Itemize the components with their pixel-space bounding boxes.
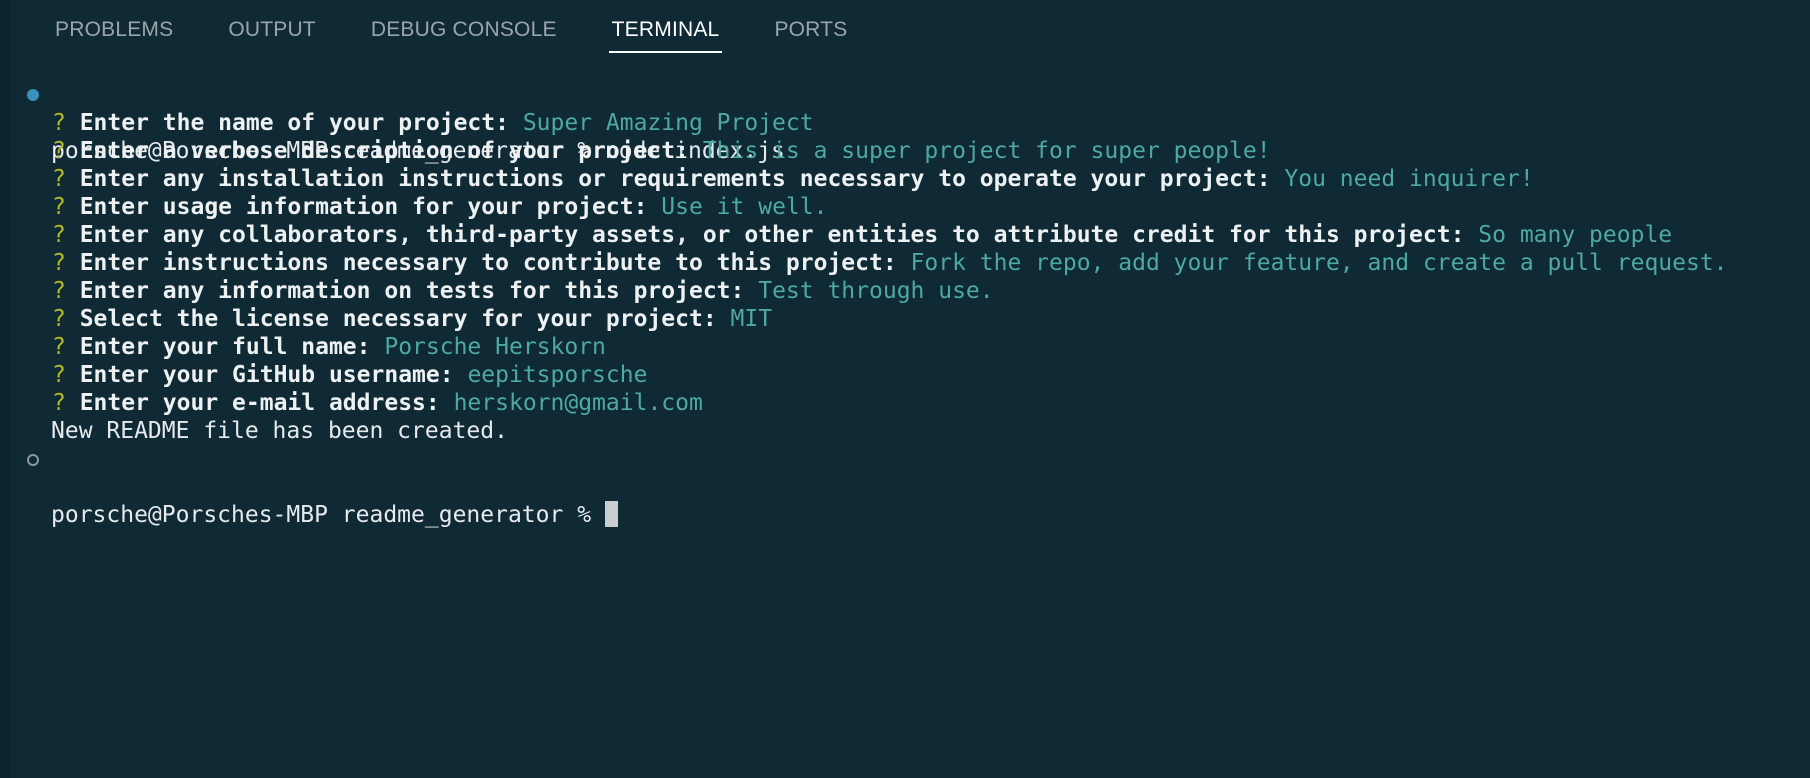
question-text: Enter instructions necessary to contribu… — [79, 250, 911, 276]
prompt-text: porsche@Porsches-MBP readme_generator % — [51, 502, 605, 528]
command-status-dot-icon[interactable] — [27, 89, 39, 101]
question-line: ? Select the license necessary for your … — [11, 305, 1810, 333]
question-mark: ? — [52, 306, 80, 332]
question-mark: ? — [52, 166, 80, 192]
answer-text: Super Amazing Project — [522, 110, 814, 136]
question-mark: ? — [52, 278, 80, 304]
editor-gutter — [0, 0, 11, 778]
question-text: Enter your GitHub username: — [79, 362, 468, 388]
question-line: ? Enter any collaborators, third-party a… — [11, 221, 1810, 249]
answer-text: Use it well. — [661, 194, 828, 220]
question-line: ? Enter a verbose description of your pr… — [11, 137, 1810, 165]
question-text: Enter any information on tests for this … — [79, 278, 759, 304]
question-mark: ? — [52, 390, 80, 416]
tab-ports[interactable]: PORTS — [771, 0, 850, 53]
question-line: ? Enter any installation instructions or… — [11, 165, 1810, 193]
question-line: ? Enter the name of your project: Super … — [11, 109, 1810, 137]
terminal-panel: PROBLEMS OUTPUT DEBUG CONSOLE TERMINAL P… — [11, 0, 1810, 778]
question-line: ? Enter your full name: Porsche Herskorn — [11, 333, 1810, 361]
question-mark: ? — [52, 362, 80, 388]
answer-text: eepitsporsche — [467, 362, 648, 388]
final-prompt-line: porsche@Porsches-MBP readme_generator % — [11, 445, 1810, 528]
question-text: Enter a verbose description of your proj… — [79, 138, 703, 164]
panel-tabs: PROBLEMS OUTPUT DEBUG CONSOLE TERMINAL P… — [52, 0, 899, 60]
question-mark: ? — [52, 194, 80, 220]
question-text: Enter your full name: — [79, 334, 385, 360]
question-text: Enter usage information for your project… — [79, 194, 662, 220]
question-mark: ? — [52, 250, 80, 276]
question-mark: ? — [52, 138, 80, 164]
answer-text: Porsche Herskorn — [384, 334, 606, 360]
answer-text: This is a super project for super people… — [702, 138, 1271, 164]
question-text: Enter the name of your project: — [79, 110, 523, 136]
question-line: ? Enter instructions necessary to contri… — [11, 249, 1810, 277]
question-text: Enter any collaborators, third-party ass… — [79, 222, 1479, 248]
answer-text: You need inquirer! — [1284, 166, 1534, 192]
terminal-output[interactable]: porsche@Porsches-MBP readme_generator % … — [11, 81, 1810, 528]
question-text: Enter your e-mail address: — [79, 390, 454, 416]
result-text: New README file has been created. — [51, 418, 508, 444]
question-line: ? Enter your e-mail address: herskorn@gm… — [11, 389, 1810, 417]
answer-text: herskorn@gmail.com — [453, 390, 703, 416]
tab-output[interactable]: OUTPUT — [225, 0, 319, 53]
tab-terminal[interactable]: TERMINAL — [608, 0, 723, 53]
question-text: Select the license necessary for your pr… — [79, 306, 731, 332]
terminal-cursor[interactable] — [604, 501, 618, 527]
answer-text: Test through use. — [758, 278, 994, 304]
question-line: ? Enter your GitHub username: eepitspors… — [11, 361, 1810, 389]
command-line: porsche@Porsches-MBP readme_generator % … — [11, 81, 1810, 164]
question-mark: ? — [52, 334, 80, 360]
idle-status-dot-icon[interactable] — [27, 454, 39, 466]
tab-problems[interactable]: PROBLEMS — [52, 0, 176, 53]
question-line: ? Enter usage information for your proje… — [11, 193, 1810, 221]
question-mark: ? — [52, 222, 80, 248]
result-line: New README file has been created. — [11, 417, 1810, 445]
question-text: Enter any installation instructions or r… — [79, 166, 1285, 192]
answer-text: MIT — [730, 306, 773, 332]
answer-text: So many people — [1478, 222, 1673, 248]
question-mark: ? — [52, 110, 80, 136]
question-line: ? Enter any information on tests for thi… — [11, 277, 1810, 305]
answer-text: Fork the repo, add your feature, and cre… — [910, 250, 1728, 276]
tab-debug-console[interactable]: DEBUG CONSOLE — [368, 0, 560, 53]
